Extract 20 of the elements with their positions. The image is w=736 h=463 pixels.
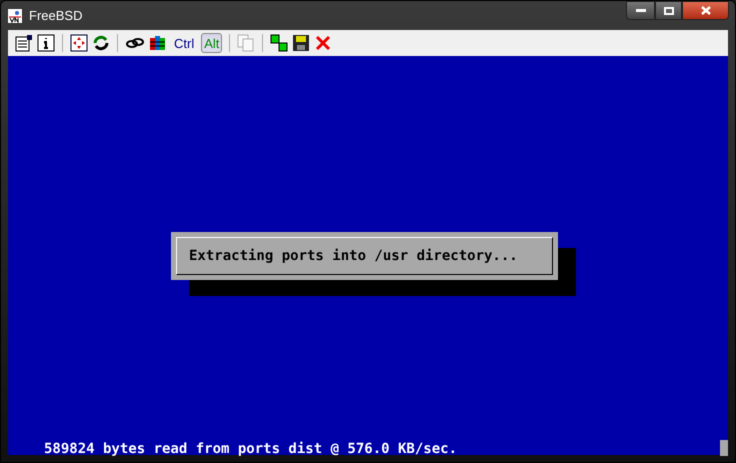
app-icon: [7, 8, 23, 24]
keys-icon[interactable]: [149, 34, 167, 52]
refresh-icon[interactable]: [92, 34, 110, 52]
transfer-icon[interactable]: [270, 34, 288, 52]
window-title: FreeBSD: [29, 6, 82, 25]
minimize-button[interactable]: [626, 1, 655, 20]
minimize-icon: [636, 8, 646, 12]
text-cursor: [720, 440, 728, 456]
dialog-message: Extracting ports into /usr directory...: [189, 246, 518, 266]
fullscreen-icon[interactable]: [70, 34, 88, 52]
ctrl-key-button[interactable]: Ctrl: [171, 33, 198, 53]
status-line: 589824 bytes read from ports dist @ 576.0 KB/sec.: [44, 440, 458, 459]
close-connection-icon[interactable]: [314, 34, 332, 52]
maximize-button[interactable]: [655, 1, 682, 20]
close-icon: [700, 6, 710, 15]
save-icon[interactable]: [292, 34, 310, 52]
maximize-icon: [664, 6, 674, 14]
properties-icon[interactable]: [15, 34, 33, 52]
info-icon[interactable]: [37, 34, 55, 52]
close-button[interactable]: [682, 1, 729, 20]
